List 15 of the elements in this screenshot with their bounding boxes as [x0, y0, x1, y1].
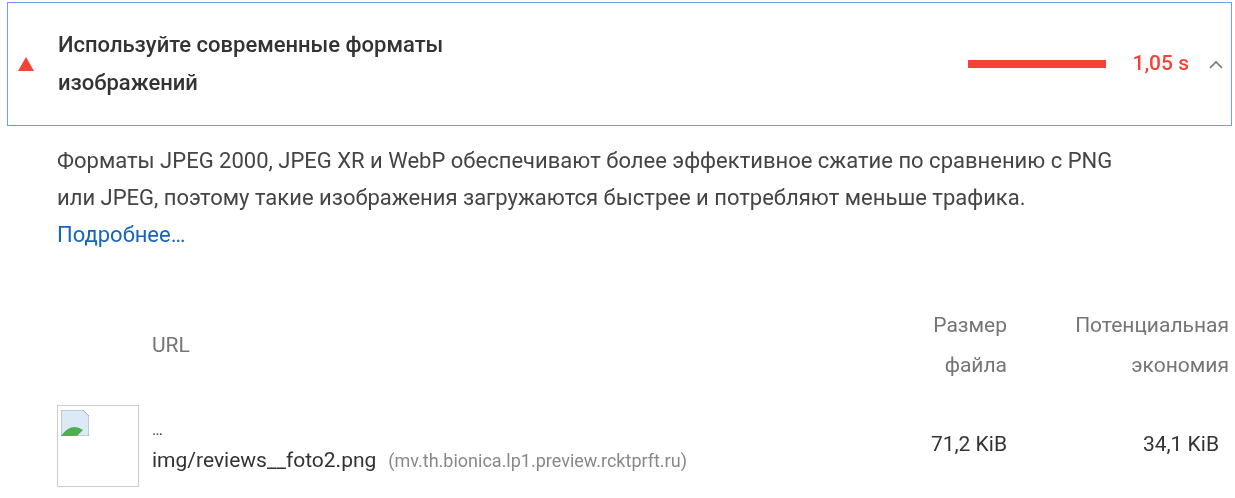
chevron-icon[interactable] [1209, 59, 1223, 69]
learn-more-link[interactable]: Подробнее… [57, 222, 186, 247]
audit-header[interactable]: Используйте современные форматы изображений 1,05 s [7, 2, 1232, 126]
url-host: (mv.th.bionica.lp1.preview.rcktprft.ru) [388, 449, 687, 474]
savings-size: 34,1 KiB [1141, 431, 1220, 458]
audit-description: Форматы JPEG 2000, JPEG XR и WebP обеспечивают более эффективное сжатие по сравнению с PNG или JPEG, поэтому такие изображения загружаются быстрее и потребляют меньше трафика. Подробнее… [57, 147, 1114, 249]
audit-title: Используйте современные форматы изображений [58, 31, 445, 97]
savings-time: 1,05 s [1132, 50, 1189, 78]
file-url: img/reviews__foto2.png [152, 447, 377, 475]
broken-image-icon [61, 410, 89, 436]
column-header: Размер файла [932, 312, 1007, 379]
url-prefix: … [152, 419, 164, 442]
file-size: 71,2 KiB [929, 431, 1007, 458]
column-header: Потенциальная экономия [1074, 312, 1229, 379]
column-header: URL [152, 332, 191, 359]
